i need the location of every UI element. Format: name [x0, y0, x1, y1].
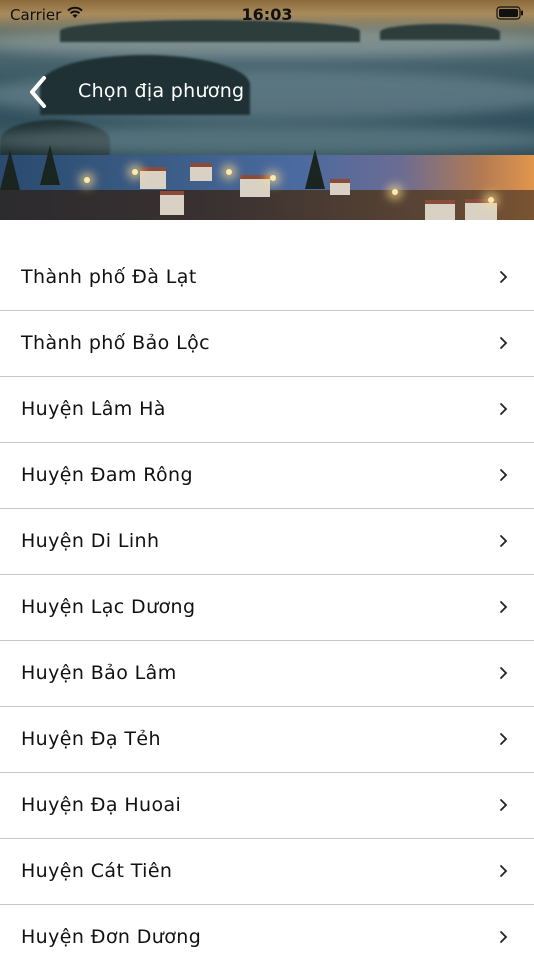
tree	[305, 149, 325, 189]
list-item-label: Thành phố Đà Lạt	[21, 266, 197, 288]
mist-layer	[0, 125, 534, 155]
chevron-right-icon	[500, 799, 508, 811]
house	[190, 163, 212, 181]
list-item-label: Huyện Đạ Huoai	[21, 794, 182, 816]
list-item[interactable]: Thành phố Bảo Lộc	[0, 311, 534, 377]
house	[330, 179, 350, 195]
list-item[interactable]: Huyện Bảo Lâm	[0, 641, 534, 707]
status-bar: Carrier 16:03	[0, 0, 534, 28]
house	[425, 200, 455, 220]
street-light	[84, 177, 90, 183]
chevron-right-icon	[500, 931, 508, 943]
list-item-label: Thành phố Bảo Lộc	[21, 332, 210, 354]
list-item[interactable]: Huyện Lạc Dương	[0, 575, 534, 641]
list-item[interactable]: Huyện Đơn Dương	[0, 905, 534, 970]
chevron-left-icon	[30, 76, 46, 108]
status-time: 16:03	[241, 5, 293, 24]
street-light	[392, 189, 398, 195]
list-item[interactable]: Huyện Đam Rông	[0, 443, 534, 509]
list-item[interactable]: Huyện Lâm Hà	[0, 377, 534, 443]
chevron-right-icon	[500, 271, 508, 283]
battery-icon	[496, 6, 523, 20]
chevron-right-icon	[500, 337, 508, 349]
list-item[interactable]: Huyện Đạ Tẻh	[0, 707, 534, 773]
back-button[interactable]	[22, 72, 58, 112]
chevron-right-icon	[500, 403, 508, 415]
street-light	[488, 197, 494, 203]
list-item-label: Huyện Đơn Dương	[21, 926, 202, 948]
chevron-right-icon	[500, 601, 508, 613]
town-photo	[0, 145, 534, 220]
house	[160, 191, 184, 215]
street-light	[226, 169, 232, 175]
page-title: Chọn địa phương	[78, 80, 245, 102]
chevron-right-icon	[500, 667, 508, 679]
street-light	[270, 175, 276, 181]
list-item[interactable]: Huyện Di Linh	[0, 509, 534, 575]
list-item-label: Huyện Lạc Dương	[21, 596, 196, 618]
list-item-label: Huyện Cát Tiên	[21, 860, 173, 882]
list-item-label: Huyện Đam Rông	[21, 464, 193, 486]
chevron-right-icon	[500, 535, 508, 547]
list-item-label: Huyện Lâm Hà	[21, 398, 166, 420]
list-item[interactable]: Huyện Đạ Huoai	[0, 773, 534, 839]
tree	[0, 150, 20, 190]
chevron-right-icon	[500, 865, 508, 877]
chevron-right-icon	[500, 733, 508, 745]
tree	[40, 145, 60, 185]
list-item[interactable]: Thành phố Đà Lạt	[0, 245, 534, 311]
chevron-right-icon	[500, 469, 508, 481]
list-item-label: Huyện Đạ Tẻh	[21, 728, 161, 750]
street-light	[132, 169, 138, 175]
house	[140, 167, 166, 189]
list-item-label: Huyện Di Linh	[21, 530, 160, 552]
locality-list: Thành phố Đà Lạt Thành phố Bảo Lộc Huyện…	[0, 245, 534, 970]
house	[240, 175, 270, 197]
list-item-label: Huyện Bảo Lâm	[21, 662, 177, 684]
header-banner: Carrier 16:03 Chọn địa phương	[0, 0, 534, 220]
list-item[interactable]: Huyện Cát Tiên	[0, 839, 534, 905]
